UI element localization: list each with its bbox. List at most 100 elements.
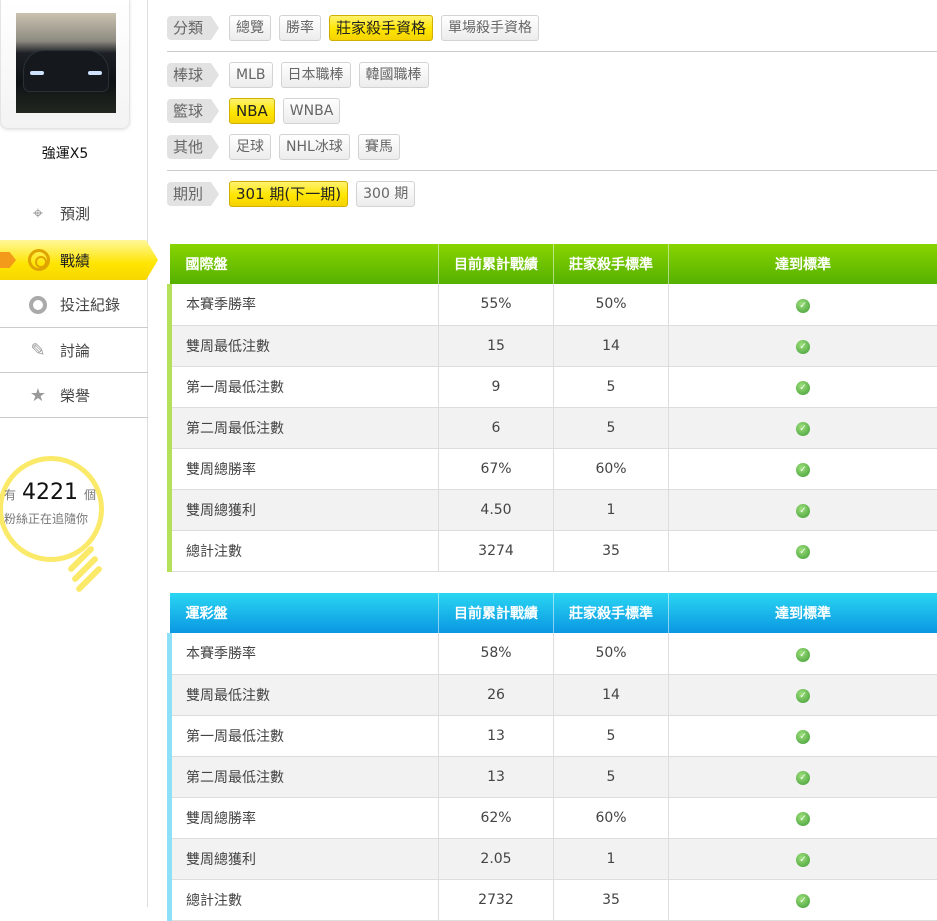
check-icon: ✓ (796, 730, 810, 744)
metric-name: 雙周總獲利 (170, 838, 439, 879)
nav-item-bet-history[interactable]: 投注紀錄 (0, 282, 148, 327)
filter-kbo[interactable]: 韓國職棒 (359, 62, 429, 88)
filter-npb[interactable]: 日本職棒 (281, 62, 351, 88)
current-value: 9 (439, 366, 554, 407)
divider (167, 51, 937, 52)
standard-value: 5 (554, 366, 669, 407)
current-value: 58% (439, 633, 554, 674)
check-icon: ✓ (796, 299, 810, 313)
metric-name: 第一周最低注數 (170, 366, 439, 407)
table-title: 運彩盤 (170, 593, 439, 633)
met-cell: ✓ (669, 325, 937, 366)
table-row: 雙周最低注數2614 ✓ (170, 674, 937, 715)
check-icon: ✓ (796, 545, 810, 559)
current-value: 3274 (439, 530, 554, 571)
metric-name: 第二周最低注數 (170, 407, 439, 448)
nav-item-honor[interactable]: ★ 榮譽 (0, 373, 148, 418)
col-header: 莊家殺手標準 (554, 244, 669, 284)
filter-baseball: 棒球 MLB 日本職棒 韓國職棒 (167, 62, 437, 88)
filter-wnba[interactable]: WNBA (283, 98, 341, 124)
metric-name: 總計注數 (170, 879, 439, 920)
col-header: 達到標準 (669, 244, 937, 284)
check-icon: ✓ (796, 422, 810, 436)
filter-label: 籃球 (167, 99, 219, 123)
metric-name: 本賽季勝率 (170, 284, 439, 325)
current-value: 13 (439, 715, 554, 756)
medal-icon: ★ (28, 386, 48, 406)
nav-item-discussion[interactable]: ✎ 討論 (0, 328, 148, 373)
standard-value: 60% (554, 448, 669, 489)
table-row: 本賽季勝率55%50%✓ (170, 284, 937, 325)
nav-label: 預測 (60, 203, 90, 224)
metric-name: 本賽季勝率 (170, 633, 439, 674)
standard-value: 1 (554, 838, 669, 879)
metric-name: 雙周總獲利 (170, 489, 439, 530)
filter-nba[interactable]: NBA (229, 98, 275, 124)
table-row: 總計注數327435✓ (170, 530, 937, 571)
filter-bookie-killer[interactable]: 莊家殺手資格 (329, 15, 433, 41)
standard-value: 35 (554, 530, 669, 571)
filter-period-301[interactable]: 301 期(下一期) (229, 181, 348, 207)
nav-label: 討論 (60, 340, 90, 361)
table-title: 國際盤 (170, 244, 439, 284)
filter-label: 棒球 (167, 63, 219, 87)
check-icon: ✓ (796, 648, 810, 662)
fans-subtitle: 粉絲正在追隨你 (4, 510, 88, 527)
metric-name: 雙周最低注數 (170, 674, 439, 715)
filter-nhl[interactable]: NHL冰球 (279, 134, 350, 160)
filter-winrate[interactable]: 勝率 (279, 15, 321, 41)
current-value: 4.50 (439, 489, 554, 530)
fans-suffix: 個 (84, 488, 96, 502)
username: 強運X5 (0, 143, 130, 163)
metric-name: 雙周總勝率 (170, 448, 439, 489)
filter-soccer[interactable]: 足球 (229, 134, 271, 160)
filter-other: 其他 足球 NHL冰球 賽馬 (167, 134, 408, 160)
chat-edit-icon: ✎ (28, 341, 48, 361)
standard-value: 14 (554, 674, 669, 715)
standard-value: 5 (554, 756, 669, 797)
table-row: 總計注數273235✓ (170, 879, 937, 920)
col-header: 莊家殺手標準 (554, 593, 669, 633)
avatar-card (0, 0, 130, 129)
intl-table: 國際盤 目前累計戰績 莊家殺手標準 達到標準 本賽季勝率55%50%✓雙周最低注… (167, 244, 937, 572)
filter-basketball: 籃球 NBA WNBA (167, 98, 348, 124)
lightbulb-base (64, 548, 104, 588)
current-value: 62% (439, 797, 554, 838)
filter-label: 分類 (167, 16, 219, 40)
active-arrow-icon (0, 252, 16, 268)
current-value: 15 (439, 325, 554, 366)
standard-value: 35 (554, 879, 669, 920)
lottery-table: 運彩盤 目前累計戰績 莊家殺手標準 達到標準 本賽季勝率58%50%✓雙周最低注… (167, 593, 937, 921)
fans-count-line: 有4221個 (4, 480, 96, 505)
col-header: 目前累計戰績 (439, 593, 554, 633)
filter-overview[interactable]: 總覽 (229, 15, 271, 41)
avatar[interactable] (16, 13, 116, 113)
sidebar: 強運X5 ⌖預測 戰績 投注紀錄 ✎討論 ★榮譽 有4221個 粉絲正在追隨你 (0, 0, 148, 907)
nav-item-record[interactable]: 戰績 (0, 240, 158, 280)
check-icon: ✓ (796, 689, 810, 703)
col-header: 達到標準 (669, 593, 937, 633)
check-icon: ✓ (796, 340, 810, 354)
nav-item-predict[interactable]: ⌖預測 (0, 191, 148, 236)
standard-value: 5 (554, 407, 669, 448)
filter-single-killer[interactable]: 單場殺手資格 (441, 15, 539, 41)
circle-icon (28, 295, 48, 315)
met-cell: ✓ (669, 407, 937, 448)
met-cell: ✓ (669, 879, 937, 920)
filter-mlb[interactable]: MLB (229, 62, 272, 88)
main-content: 分類 總覽 勝率 莊家殺手資格 單場殺手資格 棒球 MLB 日本職棒 韓國職棒 … (148, 0, 937, 907)
current-value: 2.05 (439, 838, 554, 879)
table-row: 雙周總勝率67%60%✓ (170, 448, 937, 489)
met-cell: ✓ (669, 489, 937, 530)
col-header: 目前累計戰績 (439, 244, 554, 284)
current-value: 26 (439, 674, 554, 715)
filter-horse-racing[interactable]: 賽馬 (358, 134, 400, 160)
metric-name: 第一周最低注數 (170, 715, 439, 756)
divider (0, 417, 148, 418)
check-icon: ✓ (796, 771, 810, 785)
nav-label: 榮譽 (60, 385, 90, 406)
current-value: 2732 (439, 879, 554, 920)
filter-period-300[interactable]: 300 期 (356, 181, 415, 207)
table-row: 第一周最低注數95✓ (170, 366, 937, 407)
table-row: 雙周最低注數1514✓ (170, 325, 937, 366)
